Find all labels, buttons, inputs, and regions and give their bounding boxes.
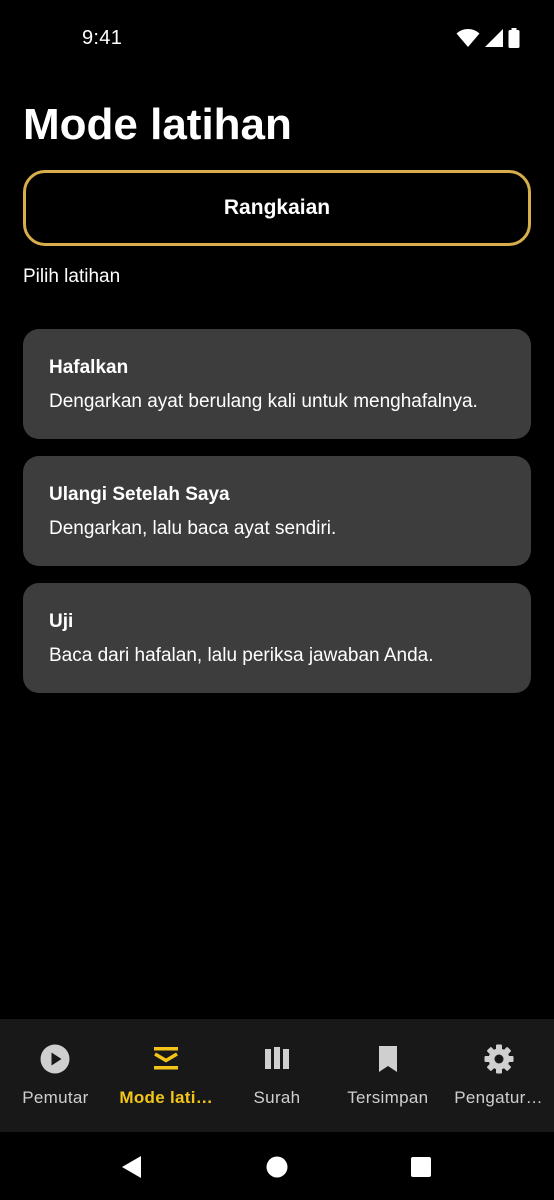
nav-label: Pemutar (22, 1088, 89, 1107)
signal-icon (484, 28, 504, 53)
nav-label: Pengatur… (454, 1088, 543, 1107)
bottom-nav: Pemutar Mode lati… Surah Tersimpan Penga… (0, 1019, 554, 1132)
mode-card-memorize[interactable]: Hafalkan Dengarkan ayat berulang kali un… (23, 329, 531, 439)
status-bar: 9:41 (0, 0, 554, 80)
system-nav-bar (0, 1132, 554, 1200)
nav-item-saved[interactable]: Tersimpan (332, 1019, 443, 1132)
wifi-icon (456, 28, 480, 53)
nav-item-player[interactable]: Pemutar (0, 1019, 111, 1132)
sequence-button[interactable]: Rangkaian (23, 170, 531, 246)
status-time: 9:41 (82, 27, 123, 49)
nav-label: Mode lati… (119, 1088, 214, 1107)
nav-item-surah[interactable]: Surah (222, 1019, 333, 1132)
gear-icon (483, 1043, 515, 1075)
mode-card-description: Dengarkan ayat berulang kali untuk mengh… (49, 391, 478, 412)
mode-card-repeat-after-me[interactable]: Ulangi Setelah Saya Dengarkan, lalu baca… (23, 456, 531, 566)
section-label: Pilih latihan (23, 266, 121, 287)
mode-card-title: Uji (49, 611, 74, 632)
library-icon (261, 1043, 293, 1075)
recents-icon[interactable] (408, 1154, 434, 1180)
mode-card-title: Ulangi Setelah Saya (49, 484, 230, 505)
back-icon[interactable] (119, 1154, 145, 1180)
bookmark-icon (372, 1043, 404, 1075)
nav-label: Surah (253, 1088, 301, 1107)
page-title: Mode latihan (23, 100, 292, 149)
mode-card-description: Baca dari hafalan, lalu periksa jawaban … (49, 645, 434, 666)
battery-icon (508, 28, 520, 53)
status-icons (456, 28, 520, 53)
nav-label: Tersimpan (347, 1088, 429, 1107)
play-circle-icon (39, 1043, 71, 1075)
mode-card-title: Hafalkan (49, 357, 129, 378)
mode-card-test[interactable]: Uji Baca dari hafalan, lalu periksa jawa… (23, 583, 531, 693)
nav-item-settings[interactable]: Pengatur… (443, 1019, 554, 1132)
nav-item-practice-mode[interactable]: Mode lati… (111, 1019, 222, 1132)
mode-card-description: Dengarkan, lalu baca ayat sendiri. (49, 518, 337, 539)
practice-layers-icon (150, 1043, 182, 1075)
home-icon[interactable] (264, 1154, 290, 1180)
